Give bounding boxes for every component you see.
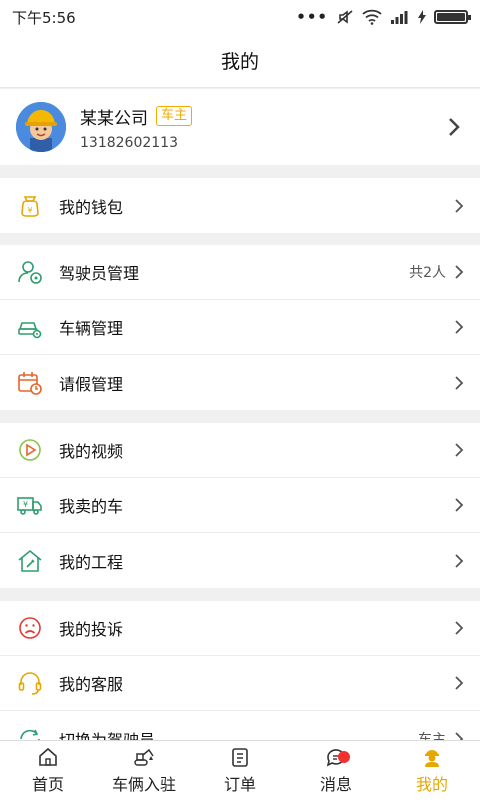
profile-phone: 13182602113 (80, 134, 178, 151)
current-role: 车主 (418, 731, 446, 741)
chevron-right-icon (455, 498, 464, 512)
bottom-tab-bar: 首页 车俩入驻 订单 消息 我的 (0, 740, 480, 800)
menu-item-label: 我的客服 (59, 675, 124, 694)
project-icon (16, 547, 44, 575)
role-badge: 车主 (156, 106, 193, 126)
menu-item-driver-management[interactable]: 驾驶员管理 共2人 (0, 245, 480, 300)
svg-text:¥: ¥ (23, 500, 28, 509)
complaint-icon (16, 614, 44, 642)
chevron-right-icon (455, 375, 464, 390)
chevron-right-icon (455, 553, 464, 568)
excavator-icon (134, 748, 154, 766)
wallet-icon: ¥ (16, 192, 44, 220)
menu-item-my-customer-service[interactable]: 我的客服 (0, 656, 480, 711)
avatar[interactable] (16, 102, 66, 152)
order-icon (232, 748, 248, 767)
menu-item-label: 我卖的车 (59, 497, 124, 516)
menu-item-my-complaints[interactable]: 我的投诉 (0, 601, 480, 656)
charging-icon (418, 10, 426, 24)
person-icon (425, 750, 439, 767)
menu-item-leave-management[interactable]: 请假管理 (0, 355, 480, 410)
menu-item-vehicle-management[interactable]: 车辆管理 (0, 300, 480, 355)
status-icons: ••• (296, 8, 471, 26)
page-title-bar: 我的 (0, 34, 480, 88)
chevron-right-icon (449, 118, 460, 136)
menu-item-label: 请假管理 (59, 374, 124, 394)
chevron-right-icon (455, 731, 464, 740)
vehicle-icon (16, 313, 44, 341)
menu-item-label: 驾驶员管理 (59, 264, 140, 283)
menu-item-label: 我的投诉 (59, 620, 124, 639)
tab-label: 首页 (31, 775, 64, 794)
headset-icon (16, 669, 44, 697)
menu-item-label: 我的视频 (59, 442, 124, 461)
video-icon (16, 436, 44, 464)
menu-group-support: 我的投诉 我的客服 切换为驾驶员 车主 (0, 601, 480, 740)
tab-label: 车俩入驻 (111, 775, 176, 794)
tab-mine[interactable]: 我的 (384, 741, 480, 800)
calendar-icon (16, 369, 44, 397)
tab-orders[interactable]: 订单 (192, 741, 288, 800)
wifi-icon (362, 9, 382, 25)
menu-group-management: 驾驶员管理 共2人 车辆管理 请假管理 (0, 245, 480, 410)
chevron-right-icon (455, 265, 464, 279)
tab-messages[interactable]: 消息 (288, 741, 384, 800)
status-bar: 下午5:56 ••• (0, 0, 480, 34)
menu-item-my-sold-cars[interactable]: ¥ 我卖的车 (0, 478, 480, 533)
driver-icon (16, 258, 44, 286)
profile-card[interactable]: 某某公司 车主 13182602113 (0, 89, 480, 165)
menu-group-wallet: ¥ 我的钱包 (0, 178, 480, 233)
tab-label: 订单 (223, 775, 256, 794)
menu-item-wallet[interactable]: ¥ 我的钱包 (0, 178, 480, 233)
menu-group-my-items: 我的视频 ¥ 我卖的车 我的工程 (0, 423, 480, 588)
unread-badge (338, 751, 350, 763)
more-icon: ••• (296, 8, 328, 26)
menu-item-switch-role[interactable]: 切换为驾驶员 车主 (0, 711, 480, 740)
switch-icon (16, 725, 44, 740)
profile-info: 某某公司 车主 13182602113 (80, 104, 444, 151)
home-icon (39, 747, 57, 766)
page-title: 我的 (220, 51, 259, 73)
driver-count: 共2人 (409, 265, 446, 281)
menu-item-label: 车辆管理 (59, 319, 124, 338)
worker-avatar-icon (16, 102, 66, 152)
menu-item-label: 切换为驾驶员 (59, 730, 156, 741)
status-time: 下午5:56 (12, 8, 76, 27)
chevron-right-icon (455, 320, 464, 334)
menu-item-label: 我的钱包 (59, 197, 124, 217)
tab-label: 我的 (415, 775, 448, 794)
menu-item-my-videos[interactable]: 我的视频 (0, 423, 480, 478)
menu-item-my-projects[interactable]: 我的工程 (0, 533, 480, 588)
svg-text:¥: ¥ (27, 206, 32, 215)
chevron-right-icon (455, 443, 464, 457)
tab-vehicle-entry[interactable]: 车俩入驻 (96, 741, 192, 800)
profile-name: 某某公司 (80, 108, 148, 129)
chevron-right-icon (455, 621, 464, 635)
tab-label: 消息 (319, 775, 352, 794)
signal-icon (391, 11, 408, 24)
tab-home[interactable]: 首页 (0, 741, 96, 800)
mute-icon (337, 10, 353, 24)
battery-icon (434, 10, 471, 24)
menu-item-label: 我的工程 (59, 552, 124, 572)
truck-sale-icon: ¥ (16, 491, 44, 519)
chevron-right-icon (455, 198, 464, 213)
chevron-right-icon (455, 676, 464, 690)
